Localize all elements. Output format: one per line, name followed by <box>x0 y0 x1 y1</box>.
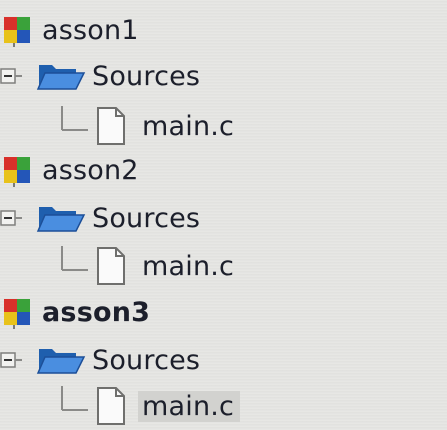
tree-item-file-main-c-selected[interactable]: main.c <box>58 386 241 426</box>
file-label: main.c <box>142 250 235 282</box>
tree-connector-line <box>58 246 88 286</box>
workspace-project-icon <box>4 299 30 329</box>
project-label: asson1 <box>42 14 139 46</box>
project-label-active: asson3 <box>42 296 151 328</box>
tree-item-folder-sources[interactable]: Sources <box>0 56 200 96</box>
collapse-minus-icon[interactable] <box>0 349 22 371</box>
file-label: main.c <box>142 110 235 142</box>
open-folder-icon <box>36 343 86 377</box>
project-tree: asson1 Sources main.c asson2 Sources mai… <box>0 0 447 430</box>
workspace-project-icon <box>4 17 30 47</box>
project-label: asson2 <box>42 154 139 186</box>
tree-item-folder-sources[interactable]: Sources <box>0 340 200 380</box>
file-label: main.c <box>138 390 241 422</box>
tree-item-project-asson3[interactable]: asson3 <box>0 292 150 332</box>
source-file-icon <box>94 386 128 426</box>
collapse-minus-icon[interactable] <box>0 65 22 87</box>
open-folder-icon <box>36 59 86 93</box>
tree-item-file-main-c[interactable]: main.c <box>58 106 234 146</box>
workspace-project-icon <box>4 157 30 187</box>
tree-item-file-main-c[interactable]: main.c <box>58 246 234 286</box>
tree-connector-line <box>58 386 88 426</box>
source-file-icon <box>94 246 128 286</box>
open-folder-icon <box>36 201 86 235</box>
folder-label: Sources <box>92 344 201 376</box>
folder-label: Sources <box>92 202 201 234</box>
tree-connector-line <box>58 106 88 146</box>
collapse-minus-icon[interactable] <box>0 207 22 229</box>
tree-item-project-asson2[interactable]: asson2 <box>0 150 139 190</box>
folder-label: Sources <box>92 60 201 92</box>
source-file-icon <box>94 106 128 146</box>
tree-item-project-asson1[interactable]: asson1 <box>0 10 139 50</box>
tree-item-folder-sources[interactable]: Sources <box>0 198 200 238</box>
